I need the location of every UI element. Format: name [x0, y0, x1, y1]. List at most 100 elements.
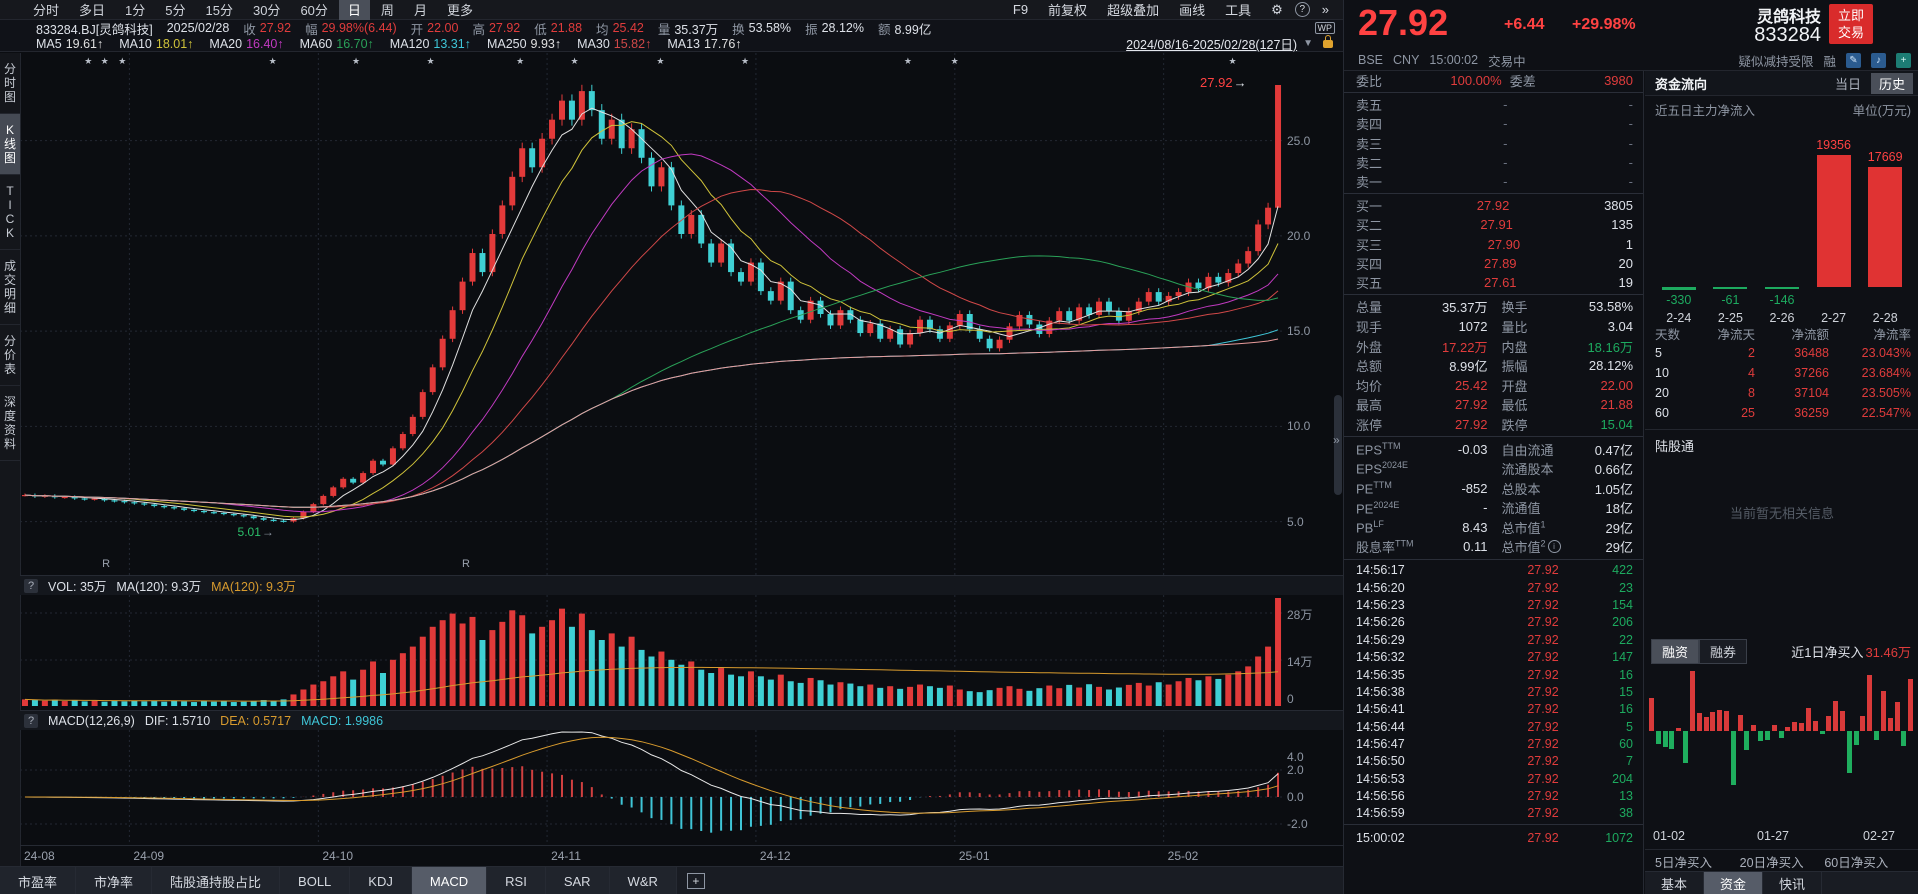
indicator-tab-MACD[interactable]: MACD: [412, 867, 487, 894]
help-icon[interactable]: ?: [1295, 2, 1310, 17]
stat-value: 15.04: [1600, 417, 1633, 432]
help-icon[interactable]: ?: [24, 714, 38, 728]
indicator-tab-BOLL[interactable]: BOLL: [280, 867, 350, 894]
sidebar-item-分时图[interactable]: 分时图: [0, 53, 20, 114]
x-axis-label: 24-12: [760, 849, 791, 863]
help-icon[interactable]: ?: [24, 579, 38, 593]
event-star-icon[interactable]: ★: [741, 56, 749, 67]
date-range-link[interactable]: 2024/08/16-2025/02/28(127日): [1126, 34, 1297, 53]
flow-tab-历史[interactable]: 历史: [1871, 73, 1913, 94]
margin-tab-融资[interactable]: 融资: [1651, 639, 1699, 664]
netbuy-link-20日净买入[interactable]: 20日净买入: [1740, 852, 1825, 871]
period-tab-30分[interactable]: 30分: [244, 0, 289, 20]
period-tab-月[interactable]: 月: [405, 0, 436, 20]
period-tab-多日[interactable]: 多日: [70, 0, 114, 20]
toolbar-item-工具[interactable]: 工具: [1217, 0, 1259, 20]
sidebar-item-成交明细[interactable]: 成交明细: [0, 250, 20, 325]
flow-td: 2: [1699, 346, 1755, 360]
event-star-icon[interactable]: ★: [1228, 56, 1236, 67]
indicator-tab-市净率[interactable]: 市净率: [76, 867, 152, 894]
event-star-icon[interactable]: ★: [426, 56, 434, 67]
event-star-icon[interactable]: ★: [570, 56, 578, 67]
period-tab-5分[interactable]: 5分: [156, 0, 194, 20]
event-star-icon[interactable]: ★: [656, 56, 664, 67]
event-star-icon[interactable]: ★: [84, 56, 92, 67]
stat-label: 换手: [1502, 297, 1528, 316]
indicator-tab-RSI[interactable]: RSI: [487, 867, 546, 894]
margin-tab-融券[interactable]: 融券: [1699, 639, 1747, 664]
sell-row-卖四[interactable]: 卖四--: [1344, 114, 1643, 133]
chevron-right-icon[interactable]: »: [1314, 1, 1337, 18]
add-indicator-icon[interactable]: +: [687, 873, 705, 889]
sell-price: -: [1503, 136, 1507, 151]
bottom-tab-资金[interactable]: 资金: [1704, 872, 1763, 894]
macd-tick: 0.0: [1287, 790, 1304, 804]
indicator-tab-陆股通持股占比[interactable]: 陆股通持股占比: [152, 867, 280, 894]
sidebar-item-K线图[interactable]: K线图: [0, 114, 20, 175]
indicator-tab-SAR[interactable]: SAR: [546, 867, 610, 894]
field-label: 量: [658, 19, 671, 38]
toolbar-item-画线[interactable]: 画线: [1171, 0, 1213, 20]
bottom-tab-基本[interactable]: 基本: [1645, 872, 1704, 894]
volume-chart[interactable]: [20, 595, 1283, 708]
bell-icon[interactable]: ♪: [1871, 53, 1886, 68]
flow-bar-date: 2-27: [1808, 311, 1860, 325]
period-tab-分时[interactable]: 分时: [24, 0, 68, 20]
sell-row-卖三[interactable]: 卖三--: [1344, 134, 1643, 153]
price-tick: 15.0: [1287, 324, 1310, 338]
period-tab-60分[interactable]: 60分: [291, 0, 336, 20]
sidebar-item-TICK[interactable]: TICK: [0, 175, 20, 250]
buy-row-买三[interactable]: 买三27.901: [1344, 235, 1643, 254]
panel-expander-icon[interactable]: »: [1333, 433, 1340, 447]
period-tab-更多[interactable]: 更多: [438, 0, 482, 20]
kline-chart[interactable]: [20, 53, 1283, 575]
event-star-icon[interactable]: ★: [101, 56, 109, 67]
fund-label: PETTM: [1356, 480, 1392, 496]
margin-bar: [1840, 711, 1845, 731]
macd-chart[interactable]: [20, 730, 1283, 845]
flow-table-row: 60253625922.547%: [1655, 403, 1911, 423]
stock-code-name[interactable]: 833284.BJ[灵鸽科技]: [36, 19, 153, 38]
toolbar-item-超级叠加[interactable]: 超级叠加: [1099, 0, 1167, 20]
flow-td: 22.547%: [1829, 406, 1911, 420]
buy-row-买二[interactable]: 买二27.91135: [1344, 215, 1643, 234]
bottom-tab-快讯[interactable]: 快讯: [1763, 872, 1822, 894]
event-star-icon[interactable]: ★: [118, 56, 126, 67]
wp-icon[interactable]: WP: [1315, 22, 1336, 34]
trade-now-button[interactable]: 立即交易: [1829, 4, 1873, 44]
dropdown-arrow-icon[interactable]: ▼: [1303, 38, 1313, 49]
event-star-icon[interactable]: ★: [269, 56, 277, 67]
period-tab-日[interactable]: 日: [339, 0, 370, 20]
buy-volume: 3805: [1604, 198, 1633, 213]
period-tab-1分[interactable]: 1分: [116, 0, 154, 20]
event-star-icon[interactable]: ★: [951, 56, 959, 67]
period-tab-15分[interactable]: 15分: [197, 0, 242, 20]
sidebar-item-分价表[interactable]: 分价表: [0, 325, 20, 386]
lock-icon[interactable]: [1323, 40, 1333, 48]
event-star-icon[interactable]: ★: [352, 56, 360, 67]
info-icon[interactable]: i: [1548, 540, 1561, 553]
sell-row-卖一[interactable]: 卖一--: [1344, 172, 1643, 191]
flow-td: 4: [1699, 366, 1755, 380]
sidebar-item-深度资料[interactable]: 深度资料: [0, 386, 20, 461]
toolbar-item-前复权[interactable]: 前复权: [1040, 0, 1095, 20]
netbuy-link-60日净买入[interactable]: 60日净买入: [1824, 852, 1909, 871]
event-star-icon[interactable]: ★: [516, 56, 524, 67]
pencil-icon[interactable]: ✎: [1846, 53, 1861, 68]
indicator-tab-W&R[interactable]: W&R: [610, 867, 677, 894]
period-tab-周[interactable]: 周: [372, 0, 403, 20]
buy-row-买四[interactable]: 买四27.8920: [1344, 254, 1643, 273]
gear-icon[interactable]: ⚙: [1263, 1, 1291, 19]
netbuy-link-5日净买入[interactable]: 5日净买入: [1655, 852, 1740, 871]
indicator-tab-KDJ[interactable]: KDJ: [350, 867, 412, 894]
add-watchlist-icon[interactable]: +: [1896, 53, 1911, 68]
netbuy-value: 31.46万: [1865, 642, 1911, 661]
sell-row-卖五[interactable]: 卖五--: [1344, 95, 1643, 114]
buy-row-买一[interactable]: 买一27.923805: [1344, 196, 1643, 215]
buy-row-买五[interactable]: 买五27.6119: [1344, 273, 1643, 292]
indicator-tab-市盈率[interactable]: 市盈率: [0, 867, 76, 894]
flow-tab-当日[interactable]: 当日: [1827, 73, 1869, 94]
event-star-icon[interactable]: ★: [904, 56, 912, 67]
sell-row-卖二[interactable]: 卖二--: [1344, 153, 1643, 172]
toolbar-item-F9[interactable]: F9: [1005, 1, 1036, 18]
